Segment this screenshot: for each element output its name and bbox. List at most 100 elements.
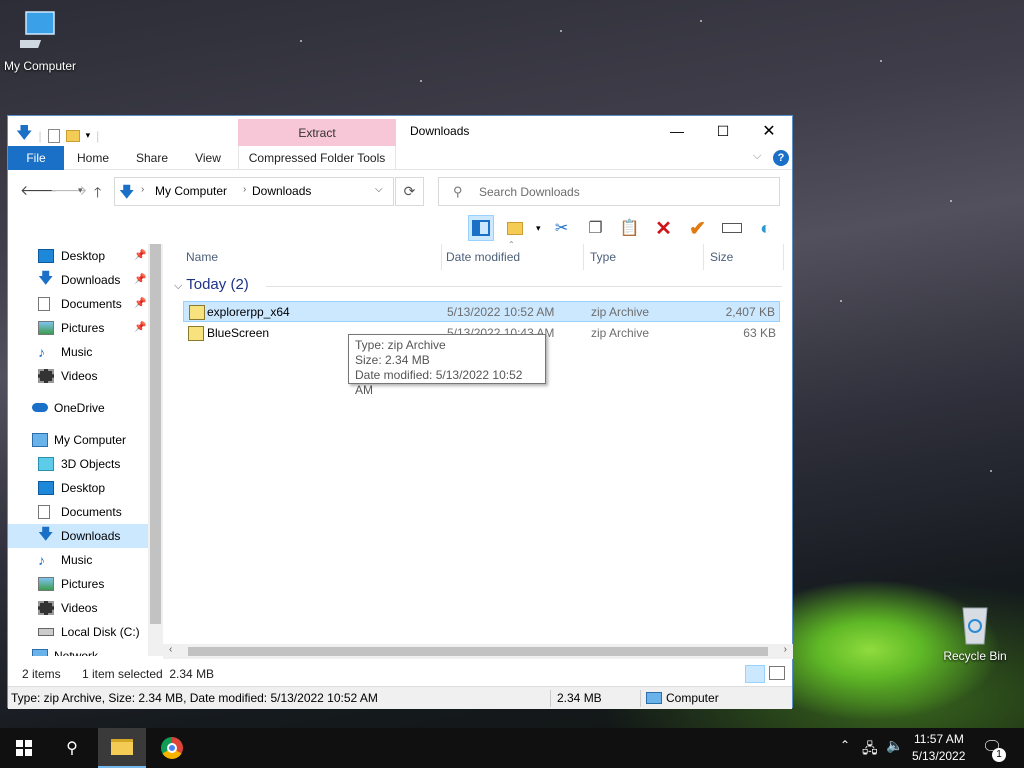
tab-home[interactable]: Home xyxy=(70,146,116,170)
sidebar-item-videos-quick[interactable]: Videos xyxy=(8,364,148,388)
sidebar-item-pictures-pinned[interactable]: Pictures 📌 xyxy=(8,316,148,340)
notification-count-badge: 1 xyxy=(992,748,1006,762)
network-icon[interactable]: 🖧 xyxy=(862,738,878,762)
search-placeholder: Search Downloads xyxy=(479,185,580,199)
sidebar-item-desktop-pinned[interactable]: Desktop 📌 xyxy=(8,244,148,268)
group-header-today[interactable]: ⌵ Today (2) xyxy=(174,276,249,293)
sidebar-item-onedrive[interactable]: OneDrive xyxy=(8,396,148,420)
ribbon-expand-icon[interactable]: ⌵ xyxy=(753,150,761,163)
maximize-button[interactable]: ☐ xyxy=(700,116,746,146)
search-button[interactable]: ⚲ xyxy=(48,728,96,768)
documents-icon xyxy=(38,505,50,519)
preview-pane-icon[interactable] xyxy=(468,215,494,241)
sidebar-item-downloads-pinned[interactable]: 🡇 Downloads 📌 xyxy=(8,268,148,292)
clock-date[interactable]: 5/13/2022 xyxy=(912,749,965,763)
new-folder-icon[interactable] xyxy=(65,129,80,142)
separator: | xyxy=(96,128,100,143)
column-header-size[interactable]: Size xyxy=(704,244,784,270)
sidebar-item-desktop[interactable]: Desktop xyxy=(8,476,148,500)
tray-overflow-icon[interactable]: ⌃ xyxy=(840,738,850,752)
taskbar-chrome[interactable] xyxy=(148,728,196,768)
desktop-icon xyxy=(38,249,54,263)
paste-icon[interactable]: 📋 xyxy=(617,215,643,241)
rename-icon[interactable] xyxy=(719,215,745,241)
delete-icon[interactable]: ✕ xyxy=(651,215,677,241)
windows-logo-icon xyxy=(16,740,32,756)
details-view-icon[interactable] xyxy=(745,665,765,683)
tab-file[interactable]: File xyxy=(8,146,64,170)
recent-locations-icon[interactable]: ▾ xyxy=(78,185,83,196)
address-bar[interactable]: 🡇 › My Computer › Downloads ⌵ xyxy=(114,177,394,206)
sidebar-item-pictures[interactable]: Pictures xyxy=(8,572,148,596)
breadcrumb-separator-icon: › xyxy=(243,184,247,195)
clock-time[interactable]: 11:57 AM xyxy=(914,732,964,746)
sidebar-item-my-computer[interactable]: My Computer xyxy=(8,428,148,452)
drive-icon xyxy=(38,628,54,636)
desktop-my-computer[interactable]: My Computer xyxy=(0,10,80,73)
breadcrumb-my-computer[interactable]: My Computer xyxy=(155,184,227,198)
start-button[interactable] xyxy=(0,728,48,768)
music-note-icon: ♪ xyxy=(38,552,45,568)
minimize-button[interactable]: — xyxy=(654,116,700,146)
folder-options-dropdown-icon[interactable]: ▾ xyxy=(536,223,541,234)
download-arrow-icon: 🡇 xyxy=(38,526,54,543)
shell-icon[interactable]: ◐ xyxy=(753,215,779,241)
tab-view[interactable]: View xyxy=(188,146,228,170)
nav-pane-scrollbar[interactable] xyxy=(148,244,163,656)
close-button[interactable]: ✕ xyxy=(746,116,792,146)
column-header-type[interactable]: Type xyxy=(584,244,704,270)
separator: | xyxy=(38,128,42,143)
column-header-name[interactable]: Name xyxy=(180,244,442,270)
computer-icon xyxy=(32,433,48,447)
nav-pane-scrollbar-thumb[interactable] xyxy=(150,244,161,624)
explorer-window: 🡇 | ▾ | Extract Downloads — ☐ ✕ File Hom… xyxy=(7,115,793,709)
tooltip-size: Size: 2.34 MB xyxy=(355,353,430,367)
help-icon[interactable]: ? xyxy=(773,150,789,166)
sidebar-item-music-quick[interactable]: ♪ Music xyxy=(8,340,148,364)
file-list-horizontal-scrollbar[interactable]: ‹ › xyxy=(163,644,793,659)
navigation-pane: Desktop 📌 🡇 Downloads 📌 Documents 📌 Pict… xyxy=(8,244,148,656)
properties-icon[interactable] xyxy=(47,128,60,143)
details-divider xyxy=(550,690,551,707)
up-button[interactable]: 🡑 xyxy=(94,182,101,206)
sidebar-item-downloads[interactable]: 🡇 Downloads xyxy=(8,524,148,548)
sidebar-item-music[interactable]: ♪ Music xyxy=(8,548,148,572)
network-icon xyxy=(32,649,48,656)
cut-icon[interactable]: ✂ xyxy=(549,215,575,241)
scroll-left-icon[interactable]: ‹ xyxy=(169,644,172,655)
taskbar-file-explorer[interactable] xyxy=(98,728,146,768)
search-icon: ⚲ xyxy=(66,740,78,757)
address-dropdown-icon[interactable]: ⌵ xyxy=(375,184,383,195)
taskbar: ⚲ ⌃ 🖧 🔈 11:57 AM 5/13/2022 🗨 1 xyxy=(0,728,1024,768)
computer-icon xyxy=(16,11,55,48)
tooltip-date: Date modified: 5/13/2022 10:52 AM xyxy=(355,368,523,397)
tab-share[interactable]: Share xyxy=(130,146,174,170)
desktop-recycle-bin[interactable]: Recycle Bin xyxy=(935,602,1015,663)
sidebar-item-documents[interactable]: Documents xyxy=(8,500,148,524)
window-title: Downloads xyxy=(410,124,470,138)
folder-options-icon[interactable] xyxy=(502,215,528,241)
file-tooltip: Type: zip Archive Size: 2.34 MB Date mod… xyxy=(348,334,546,397)
pictures-icon xyxy=(38,577,54,591)
sidebar-item-local-disk[interactable]: Local Disk (C:) xyxy=(8,620,148,644)
refresh-button[interactable]: ⟳ xyxy=(395,177,424,206)
breadcrumb-downloads[interactable]: Downloads xyxy=(252,184,311,198)
volume-icon[interactable]: 🔈 xyxy=(886,737,903,754)
horizontal-scrollbar-thumb[interactable] xyxy=(188,647,768,656)
sidebar-item-videos[interactable]: Videos xyxy=(8,596,148,620)
group-divider xyxy=(266,286,782,287)
sidebar-item-network[interactable]: Network xyxy=(8,644,148,656)
sort-indicator-icon: ⌃ xyxy=(508,240,515,249)
context-tab-group-extract[interactable]: Extract xyxy=(238,119,396,146)
sidebar-item-3d-objects[interactable]: 3D Objects xyxy=(8,452,148,476)
cloud-icon xyxy=(32,403,48,412)
search-input[interactable]: ⚲ Search Downloads xyxy=(438,177,780,206)
checkmark-icon[interactable]: ✔ xyxy=(685,215,711,241)
sidebar-item-documents-pinned[interactable]: Documents 📌 xyxy=(8,292,148,316)
file-row-explorerpp[interactable]: explorerpp_x64 5/13/2022 10:52 AM zip Ar… xyxy=(183,301,780,322)
large-icons-view-icon[interactable] xyxy=(769,666,785,680)
copy-icon[interactable]: ❐ xyxy=(583,215,609,241)
scroll-right-icon[interactable]: › xyxy=(784,644,787,655)
tab-compressed-folder-tools[interactable]: Compressed Folder Tools xyxy=(238,146,396,170)
qat-dropdown-icon[interactable]: ▾ xyxy=(86,130,91,141)
